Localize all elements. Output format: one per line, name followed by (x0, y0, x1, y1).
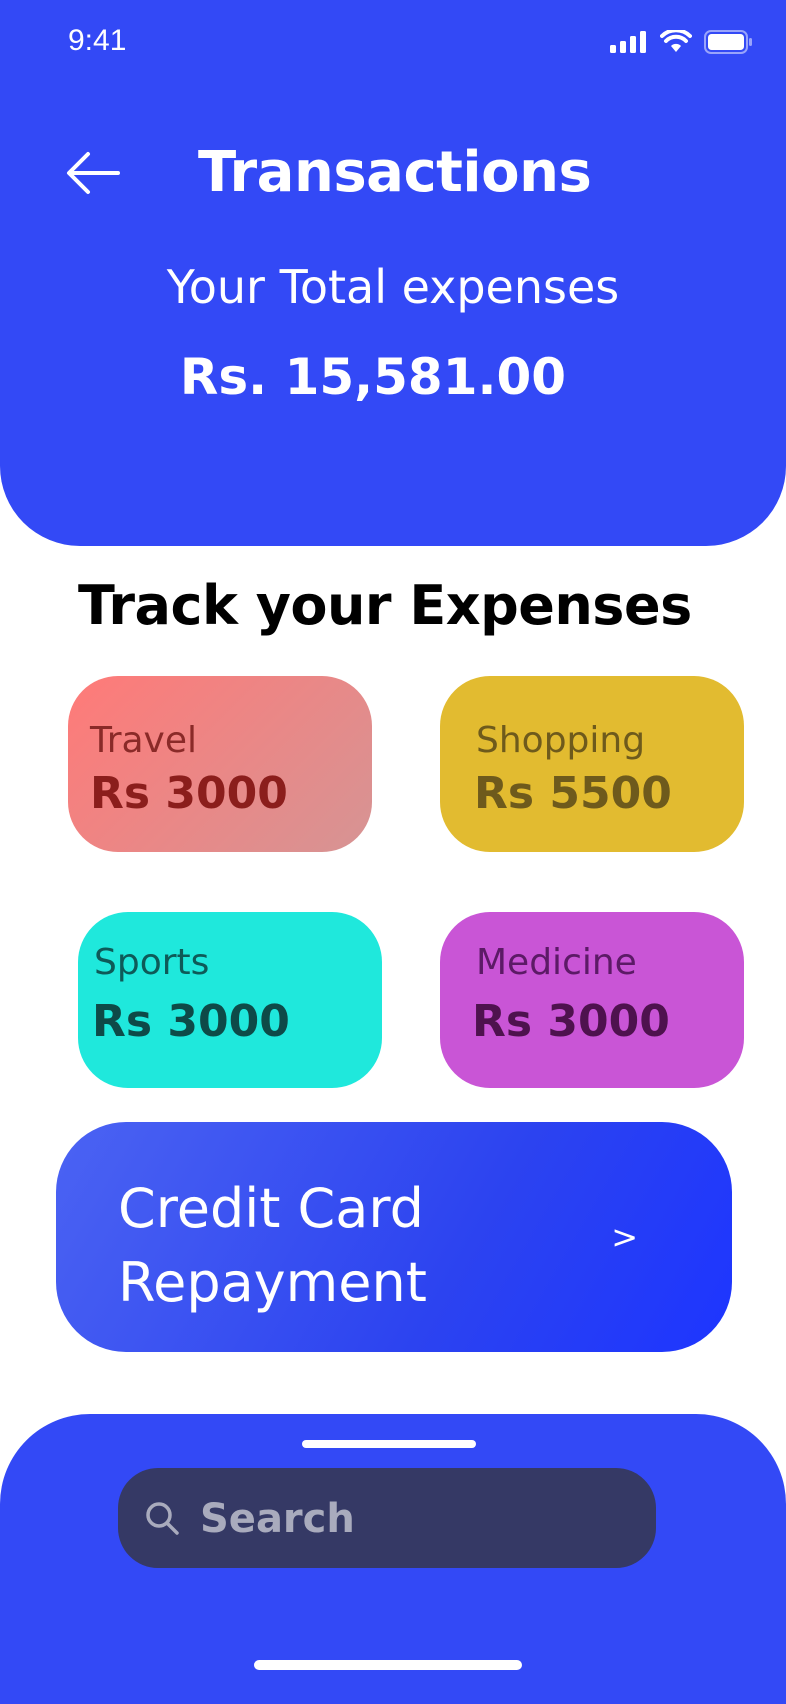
category-card-sports[interactable]: Sports Rs 3000 (78, 912, 382, 1088)
category-card-medicine[interactable]: Medicine Rs 3000 (440, 912, 744, 1088)
category-amount: Rs 5500 (474, 768, 672, 819)
chevron-right-icon: > (611, 1218, 638, 1256)
credit-card-repayment-button[interactable]: Credit Card Repayment > (56, 1122, 732, 1352)
category-label: Sports (94, 942, 210, 983)
category-label: Medicine (476, 942, 637, 983)
total-expenses-label: Your Total expenses (166, 260, 620, 314)
category-card-travel[interactable]: Travel Rs 3000 (68, 676, 372, 852)
category-amount: Rs 3000 (92, 996, 290, 1047)
battery-icon (704, 30, 752, 54)
category-amount: Rs 3000 (472, 996, 670, 1047)
bottom-sheet: Search (0, 1414, 786, 1704)
total-expenses-value: Rs. 15,581.00 (179, 348, 567, 406)
header: 9:41 Transactions Your Total expenses Rs… (0, 0, 786, 546)
category-label: Shopping (476, 720, 646, 761)
search-input[interactable]: Search (118, 1468, 656, 1568)
wifi-icon (660, 30, 692, 52)
credit-card-repayment-label: Credit Card Repayment (118, 1177, 427, 1314)
status-time: 9:41 (68, 24, 127, 57)
category-label: Travel (90, 720, 198, 761)
signal-icon (610, 31, 646, 53)
section-title: Track your Expenses (78, 574, 692, 637)
sheet-grabber[interactable] (302, 1440, 476, 1448)
home-indicator (254, 1660, 522, 1670)
back-arrow-icon (67, 152, 120, 194)
category-card-shopping[interactable]: Shopping Rs 5500 (440, 676, 744, 852)
search-icon (146, 1502, 179, 1535)
back-button[interactable] (64, 148, 122, 198)
category-amount: Rs 3000 (90, 768, 288, 819)
status-icons (610, 30, 752, 54)
search-placeholder: Search (200, 1496, 355, 1542)
page-title: Transactions (198, 140, 592, 205)
